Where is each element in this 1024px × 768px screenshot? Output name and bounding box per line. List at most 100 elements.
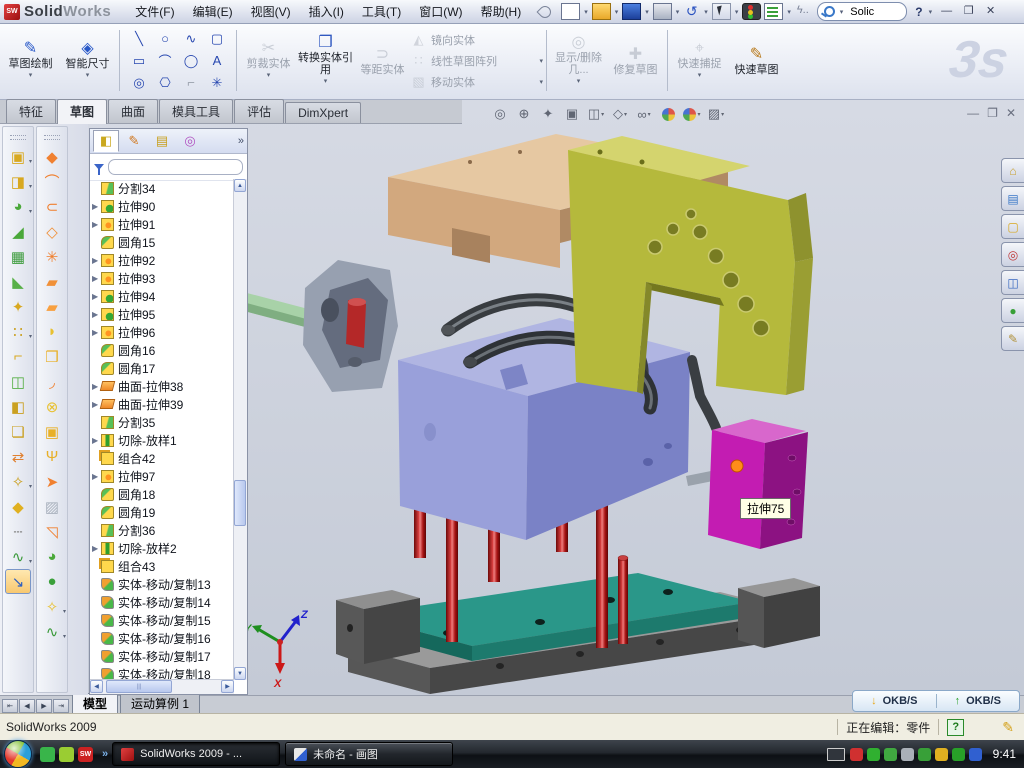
shield-plus-icon[interactable] <box>952 748 965 761</box>
rectangle-icon[interactable]: ▭ <box>133 53 145 69</box>
tree-item[interactable]: ▶ 组合42 <box>92 449 234 467</box>
ellipse-icon[interactable]: ◯ <box>184 53 199 69</box>
macro-icon[interactable]: ϟ.. <box>795 4 811 19</box>
scroll-left-icon[interactable]: ◀ <box>90 680 103 693</box>
menu-item[interactable]: 帮助(H) <box>472 0 531 23</box>
boss-extrude-icon[interactable]: ▣▾ <box>5 144 31 169</box>
tree-horizontal-scrollbar[interactable]: ◀ ||| ▶ <box>90 679 234 694</box>
dimxpertmanager-tab[interactable]: ◎ <box>177 130 203 152</box>
commandmanager-tab[interactable]: 评估 <box>234 99 284 123</box>
chevron-down-icon[interactable]: ▾ <box>698 70 702 82</box>
planar-surface-icon[interactable]: ▰▾ <box>39 294 65 319</box>
chevron-down-icon[interactable]: ▾ <box>615 8 619 16</box>
design-library-icon[interactable]: ▤ <box>1001 186 1024 211</box>
right-rail-part[interactable] <box>738 578 820 648</box>
flex2-icon[interactable]: ∿▾ <box>39 619 65 644</box>
tree-item[interactable]: ▶ 实体-移动/复制14 <box>92 593 234 611</box>
expand-arrow-icon[interactable]: ▶ <box>92 292 101 301</box>
chevron-down-icon[interactable]: ▾ <box>29 208 32 215</box>
extruded-cut-icon[interactable]: ◨▾ <box>5 169 31 194</box>
tree-item[interactable]: ▶ 拉伸95 <box>92 305 234 323</box>
gray-insert-part[interactable] <box>222 260 398 392</box>
options-icon[interactable] <box>764 3 783 20</box>
chevron-down-icon[interactable]: ▾ <box>63 633 66 640</box>
chevron-down-icon[interactable]: ▾ <box>29 333 32 340</box>
chevron-down-icon[interactable]: ▾ <box>577 76 581 88</box>
command-button[interactable]: ✎ 快速草图 ▾ <box>728 26 785 95</box>
tree-item[interactable]: ▶ 圆角19 <box>92 503 234 521</box>
new-document-icon[interactable] <box>561 3 580 20</box>
purple-cavity-part[interactable] <box>398 318 720 540</box>
close-button[interactable]: ✕ <box>981 4 1000 20</box>
chevron-down-icon[interactable]: ▾ <box>539 78 543 86</box>
tree-item[interactable]: ▶ 分割35 <box>92 413 234 431</box>
undercut-analysis-icon[interactable]: ▨▾ <box>39 494 65 519</box>
expand-arrow-icon[interactable]: ▶ <box>92 472 101 481</box>
chevron-down-icon[interactable]: ▾ <box>645 8 649 16</box>
header-overflow-icon[interactable]: » <box>238 135 244 147</box>
tree-item[interactable]: ▶ 拉伸96 <box>92 323 234 341</box>
menu-item[interactable]: 窗口(W) <box>410 0 471 23</box>
alert-icon[interactable] <box>935 748 948 761</box>
knit-surface-icon[interactable]: ✳▾ <box>39 244 65 269</box>
hide-show-items-icon[interactable]: ∞▾ <box>634 105 654 123</box>
doc-minimize-button[interactable]: — <box>967 106 979 120</box>
sketch-fillet-icon[interactable]: ⌐ <box>187 75 195 90</box>
sync-icon[interactable] <box>969 748 982 761</box>
chevron-down-icon[interactable]: ▾ <box>721 111 724 118</box>
tree-item[interactable]: ▶ 分割36 <box>92 521 234 539</box>
left-rail-part[interactable] <box>336 590 420 664</box>
shield-lightning-icon[interactable] <box>867 748 880 761</box>
expand-arrow-icon[interactable]: ▶ <box>92 220 101 229</box>
line-icon[interactable]: ╲ <box>135 31 143 47</box>
tree-item[interactable]: ▶ 曲面-拉伸39 <box>92 395 234 413</box>
parting-line-icon[interactable]: Ψ▾ <box>39 444 65 469</box>
scroll-right-icon[interactable]: ▶ <box>221 680 234 693</box>
prev-tab-icon[interactable]: ◀ <box>19 699 35 713</box>
security-app-icon[interactable] <box>59 747 74 762</box>
parting-surface-icon[interactable]: ◇▾ <box>39 219 65 244</box>
search-box[interactable]: ▾ <box>817 2 908 21</box>
last-tab-icon[interactable]: ⇥ <box>53 699 69 713</box>
chevron-down-icon[interactable]: ▾ <box>787 8 791 16</box>
scale-icon[interactable]: ◗▾ <box>39 319 65 344</box>
expand-arrow-icon[interactable]: ▶ <box>92 256 101 265</box>
chevron-down-icon[interactable]: ▾ <box>735 8 739 16</box>
arc-icon[interactable]: ⌒ <box>158 51 171 70</box>
commandmanager-tab[interactable]: DimXpert <box>285 102 361 123</box>
view-rotate-icon[interactable]: ✦▾ <box>538 105 558 123</box>
tree-item[interactable]: ▶ 实体-移动/复制15 <box>92 611 234 629</box>
pin-icon[interactable] <box>537 3 554 20</box>
rib-icon[interactable]: ◣▾ <box>5 269 31 294</box>
insert-features-icon[interactable]: ✧▾ <box>5 469 31 494</box>
rebuild-icon[interactable] <box>742 3 761 20</box>
command-button[interactable]: ⊃ 等距实体 ▾ <box>354 26 411 95</box>
command-button[interactable]: ✚ 修复草图 ▾ <box>607 26 664 95</box>
command-row[interactable]: ◭ 镜向实体 ▾ <box>411 29 543 50</box>
tree-item[interactable]: ▶ 实体-移动/复制17 <box>92 647 234 665</box>
chevron-down-icon[interactable]: ▾ <box>29 483 32 490</box>
antivirus-icon[interactable] <box>850 748 863 761</box>
tree-vertical-scrollbar[interactable]: ▲ ▼ <box>233 179 247 680</box>
expand-arrow-icon[interactable]: ▶ <box>92 544 101 553</box>
reference-plane-icon[interactable]: ◆▾ <box>5 494 31 519</box>
select-cursor-icon[interactable] <box>712 3 731 20</box>
quick-launch-overflow-icon[interactable]: » <box>102 748 108 760</box>
expand-arrow-icon[interactable]: ▶ <box>92 328 101 337</box>
chevron-down-icon[interactable]: ▾ <box>840 8 844 16</box>
scroll-up-icon[interactable]: ▲ <box>234 179 246 192</box>
extend-surface-icon[interactable]: ◆▾ <box>39 144 65 169</box>
first-tab-icon[interactable]: ⇤ <box>2 699 18 713</box>
linear-pattern-icon[interactable]: ∷▾ <box>5 319 31 344</box>
tree-item[interactable]: ▶ 实体-移动/复制16 <box>92 629 234 647</box>
offset-surface-icon[interactable]: ▰▾ <box>39 269 65 294</box>
zoom-area-icon[interactable]: ⊕▾ <box>514 105 534 123</box>
view-orientation-icon[interactable]: ◫▾ <box>586 105 606 123</box>
magenta-block-part[interactable] <box>708 419 808 549</box>
join-icon[interactable]: ◫▾ <box>5 369 31 394</box>
messenger-icon[interactable] <box>40 747 55 762</box>
tooling-split-icon[interactable]: ❒▾ <box>39 344 65 369</box>
command-button[interactable]: ✎ 草图绘制 ▾ <box>2 26 59 95</box>
apply-scene-icon[interactable]: ●▾ <box>682 105 702 123</box>
command-button[interactable]: ◈ 智能尺寸 ▾ <box>59 26 116 95</box>
